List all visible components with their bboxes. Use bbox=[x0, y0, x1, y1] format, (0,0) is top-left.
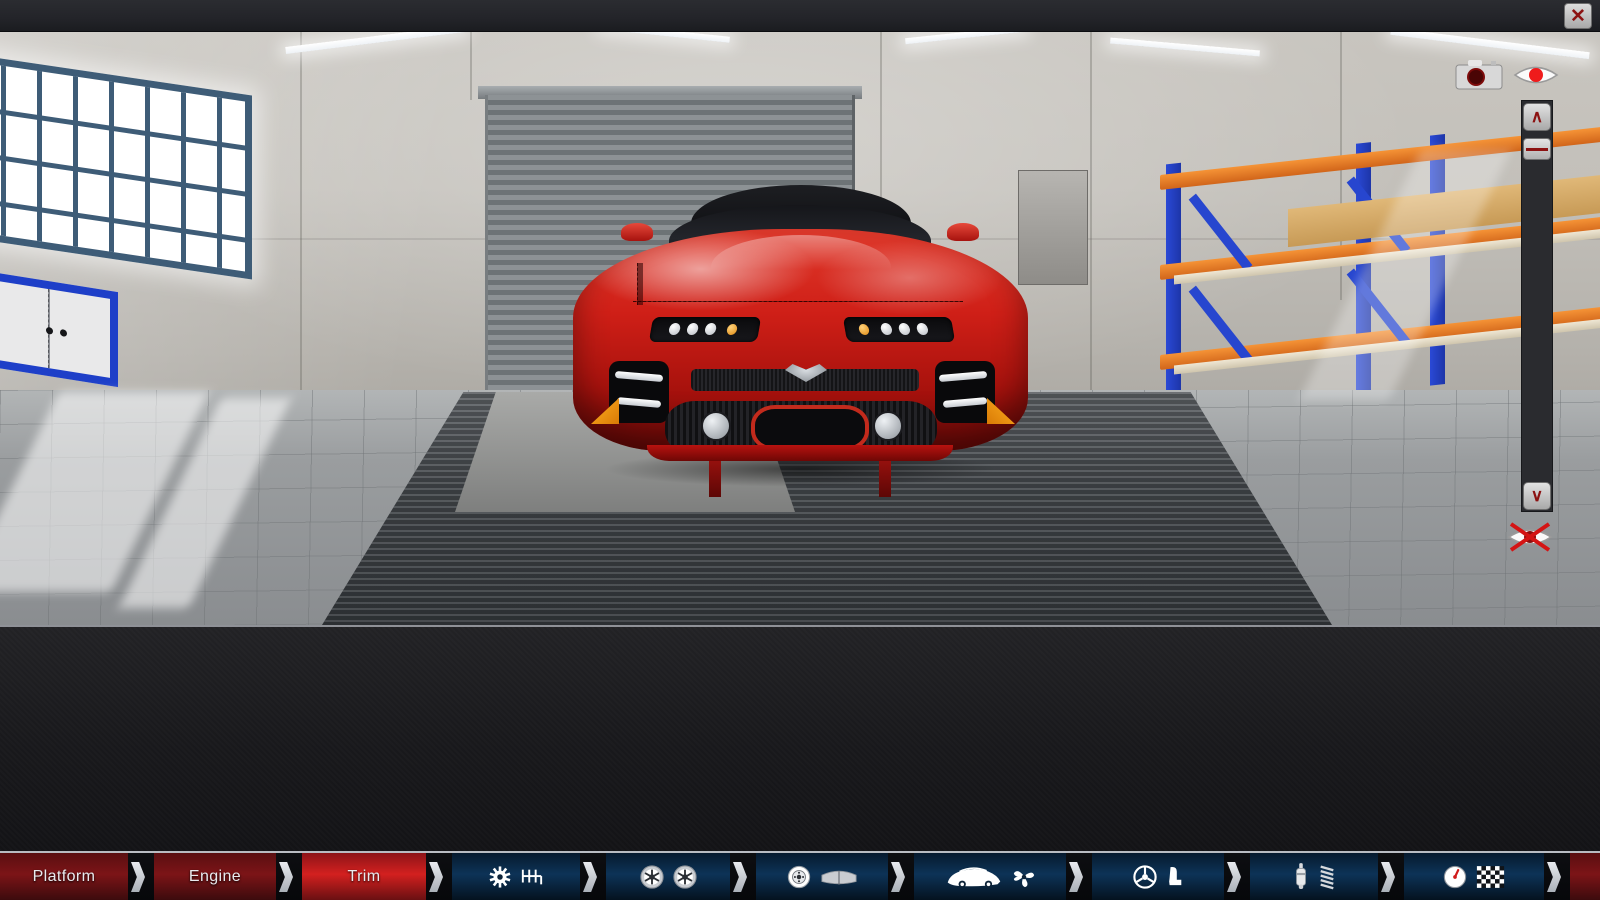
tab-separator-chevron-icon bbox=[1224, 853, 1250, 900]
camera-zoom-scrollbar-track[interactable] bbox=[1521, 100, 1553, 512]
checkered-flag-icon bbox=[1476, 865, 1505, 889]
car-hood-seam bbox=[637, 263, 643, 305]
tab-separator-chevron-icon bbox=[128, 853, 154, 900]
tab-separator-chevron-icon bbox=[580, 853, 606, 900]
wheel-icon bbox=[672, 864, 697, 889]
camera-zoom-scrollbar-thumb[interactable] bbox=[1523, 138, 1551, 160]
car-headlight-left bbox=[648, 317, 762, 342]
wall-seam bbox=[1090, 0, 1092, 440]
tab-factory[interactable]: Factory bbox=[1570, 853, 1600, 900]
tab-gear[interactable] bbox=[452, 853, 580, 900]
car-foglamp-right bbox=[873, 411, 903, 441]
shock-absorber-icon bbox=[1293, 863, 1309, 890]
car-model-preview[interactable] bbox=[573, 183, 1028, 497]
tab-trim[interactable]: Trim bbox=[302, 853, 426, 900]
wall-panel bbox=[1018, 170, 1088, 285]
tab-separator-chevron-icon bbox=[730, 853, 756, 900]
main-tab-bar: Platform Engine Trim Factory bbox=[0, 851, 1600, 900]
seat-icon bbox=[1166, 865, 1184, 889]
car-foglamp-left bbox=[701, 411, 731, 441]
title-bar: ✕ bbox=[0, 0, 1600, 32]
car-mirror-right bbox=[947, 223, 979, 241]
camera-zoom-down-button[interactable]: ∨ bbox=[1523, 482, 1551, 510]
tab-separator-chevron-icon bbox=[426, 853, 452, 900]
car-air-vent-right bbox=[935, 361, 995, 423]
tab-brake-disc[interactable] bbox=[756, 853, 888, 900]
tab-engine[interactable]: Engine bbox=[154, 853, 276, 900]
brake-pad-icon bbox=[820, 868, 858, 886]
tab-steering-wheel[interactable] bbox=[1092, 853, 1224, 900]
tab-separator-chevron-icon bbox=[1066, 853, 1092, 900]
tab-separator-chevron-icon bbox=[276, 853, 302, 900]
tab-label: Platform bbox=[32, 867, 96, 885]
car-headlight-right bbox=[842, 317, 956, 342]
car-3d-viewport[interactable]: ∧ ∨ bbox=[0, 0, 1600, 625]
car-mirror-left bbox=[621, 223, 653, 241]
fan-icon bbox=[1012, 865, 1036, 889]
car-silhouette-icon bbox=[945, 865, 1003, 889]
tab-wheel[interactable] bbox=[606, 853, 730, 900]
car-hood-seam bbox=[633, 301, 963, 302]
tab-car-silhouette[interactable] bbox=[914, 853, 1066, 900]
close-window-button[interactable]: ✕ bbox=[1564, 3, 1592, 29]
wall-seam bbox=[300, 0, 302, 420]
tab-separator-chevron-icon bbox=[1378, 853, 1404, 900]
tab-separator-chevron-icon bbox=[888, 853, 914, 900]
steering-wheel-icon bbox=[1132, 864, 1157, 889]
eye-visible-icon[interactable] bbox=[1513, 62, 1559, 88]
gearstick-icon bbox=[520, 866, 544, 888]
spring-icon bbox=[1318, 863, 1336, 890]
gauge-icon bbox=[1443, 865, 1467, 889]
brake-disc-icon bbox=[787, 865, 811, 889]
tab-label: Trim bbox=[347, 867, 381, 885]
automation-car-designer-window: ✕ ∧ ∨ Platform Engine Trim bbox=[0, 0, 1600, 900]
screenshot-camera-icon[interactable] bbox=[1455, 58, 1503, 90]
tab-separator-chevron-icon bbox=[1544, 853, 1570, 900]
tab-platform[interactable]: Platform bbox=[0, 853, 128, 900]
wheel-icon bbox=[639, 864, 664, 889]
camera-zoom-up-button[interactable]: ∧ bbox=[1523, 103, 1551, 131]
tab-gauge[interactable] bbox=[1404, 853, 1544, 900]
gear-icon bbox=[489, 865, 511, 888]
car-front-splitter bbox=[647, 445, 953, 461]
tab-label: Engine bbox=[188, 867, 242, 885]
eye-hidden-icon[interactable] bbox=[1505, 520, 1555, 554]
bottom-hud: < > Statistics ScenarioPower: 620 hp@600… bbox=[0, 625, 1600, 851]
tab-shock-absorber[interactable] bbox=[1250, 853, 1378, 900]
